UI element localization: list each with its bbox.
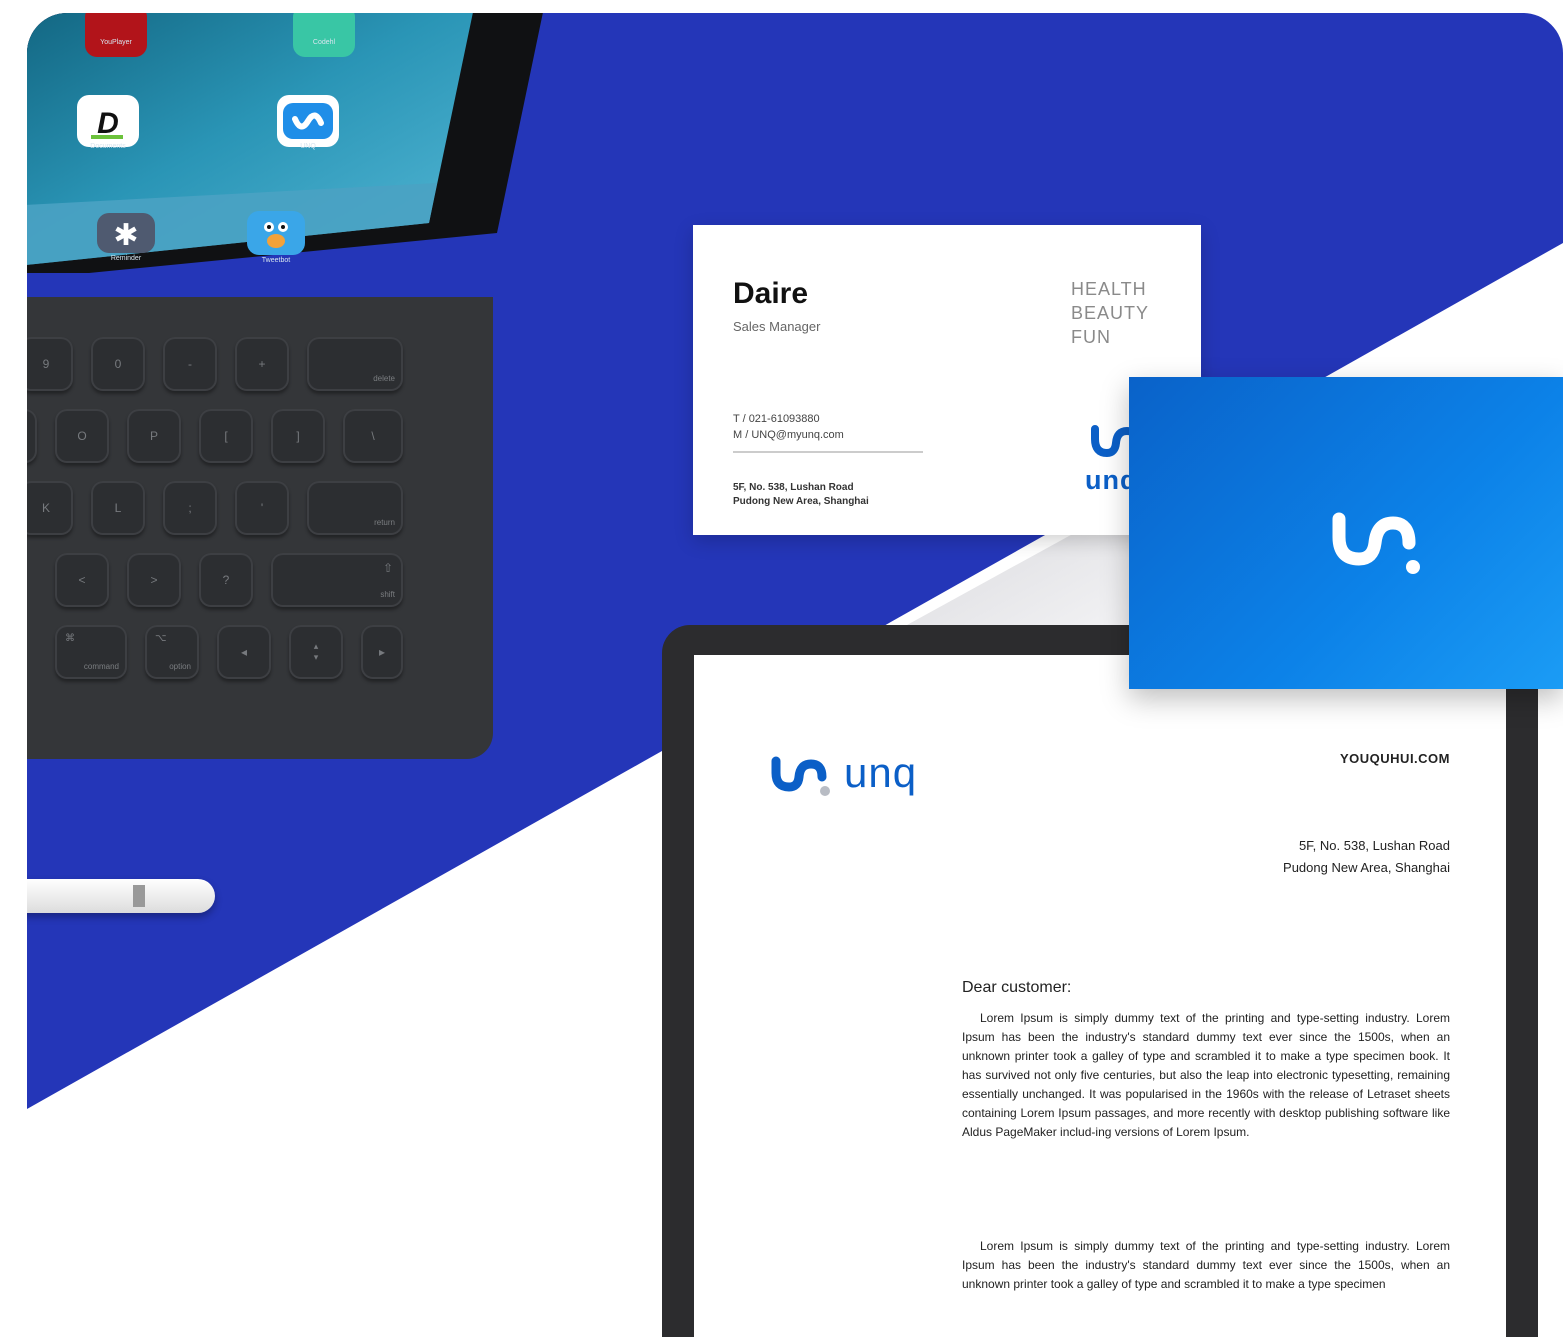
key-greater-than[interactable]: > xyxy=(127,553,181,607)
key-right-bracket[interactable]: ] xyxy=(271,409,325,463)
option-symbol-icon: ⌥ xyxy=(155,633,167,644)
key-o[interactable]: O xyxy=(55,409,109,463)
command-symbol-icon: ⌘ xyxy=(65,633,75,644)
card-name: Daire xyxy=(733,277,809,310)
key-delete[interactable]: delete xyxy=(307,337,403,391)
photo-stage: YouPlayer Codehl D Documents UNQ ✱ Remin… xyxy=(0,0,1563,1337)
card-email: M / UNQ@myunq.com xyxy=(733,429,844,441)
youplayer-app-icon[interactable] xyxy=(85,13,147,57)
star-app-icon[interactable]: ✱ xyxy=(97,213,155,253)
key-9[interactable]: 9 xyxy=(27,337,73,391)
card-address: 5F, No. 538, Lushan Road Pudong New Area… xyxy=(733,481,869,509)
key-p[interactable]: P xyxy=(127,409,181,463)
arrow-down-icon: ▾ xyxy=(313,652,319,662)
letter-address: 5F, No. 538, Lushan Road Pudong New Area… xyxy=(1150,835,1450,879)
unq-logo-icon xyxy=(283,103,333,139)
business-card: Daire Sales Manager HEALTH BEAUTY FUN T … xyxy=(693,225,1201,535)
card-contact: T / 021-61093880 M / UNQ@myunq.com xyxy=(733,411,844,443)
card-role: Sales Manager xyxy=(733,319,821,334)
key-minus[interactable]: - xyxy=(163,337,217,391)
bird-app-icon[interactable] xyxy=(247,211,305,255)
unq-logo-icon xyxy=(771,756,830,796)
letterhead-page: unq YOUQUHUI.COM 5F, No. 538, Lushan Roa… xyxy=(694,655,1506,1337)
key-plus[interactable]: + xyxy=(235,337,289,391)
key-arrow-up-down[interactable]: ▴ ▾ xyxy=(289,625,343,679)
card-slogan: HEALTH BEAUTY FUN xyxy=(1071,277,1149,349)
letter-address-line: 5F, No. 538, Lushan Road xyxy=(1298,838,1450,853)
letter-paragraph: Lorem Ipsum is simply dummy text of the … xyxy=(962,1239,1450,1291)
key-k[interactable]: K xyxy=(27,481,73,535)
letter-brand: unq xyxy=(844,749,918,796)
key-shift[interactable]: ⇧ shift xyxy=(271,553,403,607)
key-left-bracket[interactable]: [ xyxy=(199,409,253,463)
documents-app-label: Documents xyxy=(90,143,126,150)
arrow-right-icon: ▸ xyxy=(378,645,386,659)
star-app-label: Reminder xyxy=(110,255,142,262)
smart-keyboard: 9 0 - + delete I O P [ ] \ K L ; ' retur… xyxy=(27,297,493,759)
letterhead-tablet: unq YOUQUHUI.COM 5F, No. 538, Lushan Roa… xyxy=(662,625,1538,1337)
key-question[interactable]: ? xyxy=(199,553,253,607)
letter-greeting: Dear customer: xyxy=(962,979,1072,996)
blue-brand-card xyxy=(1129,377,1563,689)
key-semicolon[interactable]: ; xyxy=(163,481,217,535)
slogan-line: FUN xyxy=(1071,327,1111,347)
arrow-left-icon: ◂ xyxy=(240,645,248,659)
svg-text:✱: ✱ xyxy=(113,218,138,253)
key-arrow-right[interactable]: ▸ xyxy=(361,625,403,679)
documents-d-icon: D xyxy=(91,107,123,140)
letter-website: YOUQUHUI.COM xyxy=(1340,751,1450,766)
bird-app-label: Tweetbot xyxy=(261,257,291,264)
codehl-app-label: Codehl xyxy=(312,39,336,46)
letter-address-line: Pudong New Area, Shanghai xyxy=(1283,860,1450,875)
key-arrow-left[interactable]: ◂ xyxy=(217,625,271,679)
letter-paragraph: Lorem Ipsum is simply dummy text of the … xyxy=(962,1011,1450,1139)
slogan-line: BEAUTY xyxy=(1071,303,1150,323)
youplayer-app-label: YouPlayer xyxy=(100,39,132,46)
key-quote[interactable]: ' xyxy=(235,481,289,535)
card-address-line: Pudong New Area, Shanghai xyxy=(733,496,869,507)
card-divider xyxy=(733,451,923,453)
key-0[interactable]: 0 xyxy=(91,337,145,391)
pencil-band xyxy=(133,885,145,907)
arrow-up-icon: ▴ xyxy=(313,641,319,651)
unq-logo-icon xyxy=(1332,512,1420,574)
key-command[interactable]: ⌘ command xyxy=(55,625,127,679)
unq-app-label: UNQ xyxy=(300,143,316,150)
unq-app-icon[interactable] xyxy=(277,95,339,147)
mockup-photo: YouPlayer Codehl D Documents UNQ ✱ Remin… xyxy=(27,13,1563,1337)
stylus-pencil xyxy=(27,879,215,913)
card-address-line: 5F, No. 538, Lushan Road xyxy=(733,482,854,493)
slogan-line: HEALTH xyxy=(1071,279,1147,299)
shift-arrow-icon: ⇧ xyxy=(382,561,393,575)
codehl-app-icon[interactable] xyxy=(293,13,355,57)
key-l[interactable]: L xyxy=(91,481,145,535)
key-i[interactable]: I xyxy=(27,409,37,463)
asterisk-icon: ✱ xyxy=(113,218,138,253)
key-option[interactable]: ⌥ option xyxy=(145,625,199,679)
card-phone: T / 021-61093880 xyxy=(733,413,820,425)
documents-app-icon[interactable]: D xyxy=(77,95,139,147)
key-return[interactable]: return xyxy=(307,481,403,535)
key-less-than[interactable]: < xyxy=(55,553,109,607)
bird-face-icon xyxy=(264,222,288,248)
key-backslash[interactable]: \ xyxy=(343,409,403,463)
